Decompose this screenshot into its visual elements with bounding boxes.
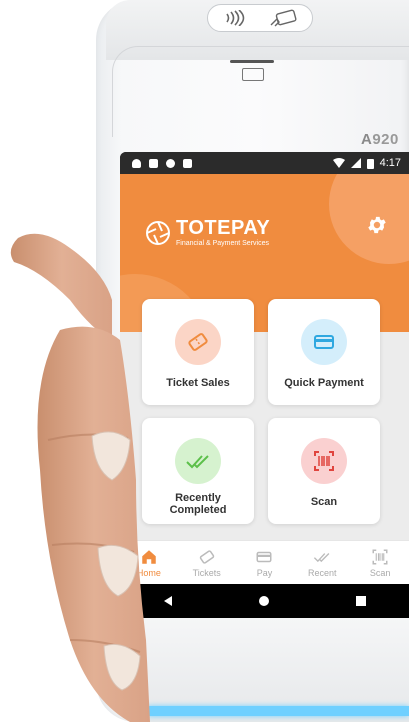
hand-image [10,233,150,722]
